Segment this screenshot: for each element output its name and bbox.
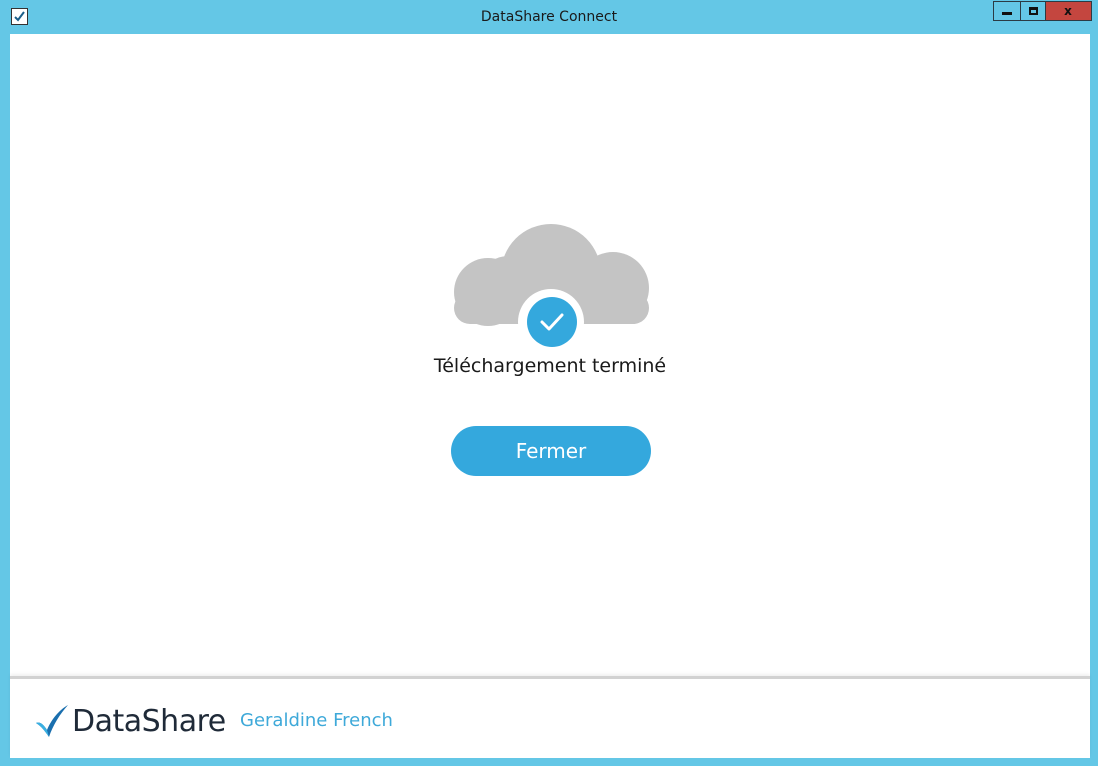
- app-window: DataShare Connect x Téléchargement termi…: [0, 0, 1098, 766]
- maximize-button[interactable]: [1020, 1, 1046, 21]
- user-name: Geraldine French: [240, 710, 393, 731]
- download-status-text: Téléchargement terminé: [433, 355, 667, 377]
- footer: DataShare Geraldine French: [10, 676, 1090, 758]
- close-icon: x: [1064, 4, 1072, 18]
- title-bar[interactable]: DataShare Connect x: [0, 0, 1098, 34]
- maximize-icon: [1029, 7, 1038, 15]
- brand-name: DataShare: [72, 703, 226, 739]
- datashare-logo: DataShare: [34, 701, 226, 741]
- window-bottom-edge: [0, 758, 1098, 766]
- window-title: DataShare Connect: [480, 9, 618, 25]
- fermer-button[interactable]: Fermer: [451, 426, 651, 476]
- close-window-button[interactable]: x: [1046, 1, 1092, 21]
- datashare-logo-swoosh-icon: [36, 705, 68, 737]
- minimize-button[interactable]: [993, 1, 1020, 21]
- main-content: Téléchargement terminé Fermer: [10, 34, 1090, 676]
- window-controls: x: [993, 1, 1092, 22]
- minimize-icon: [1002, 12, 1012, 15]
- checkmark-icon: [527, 297, 577, 347]
